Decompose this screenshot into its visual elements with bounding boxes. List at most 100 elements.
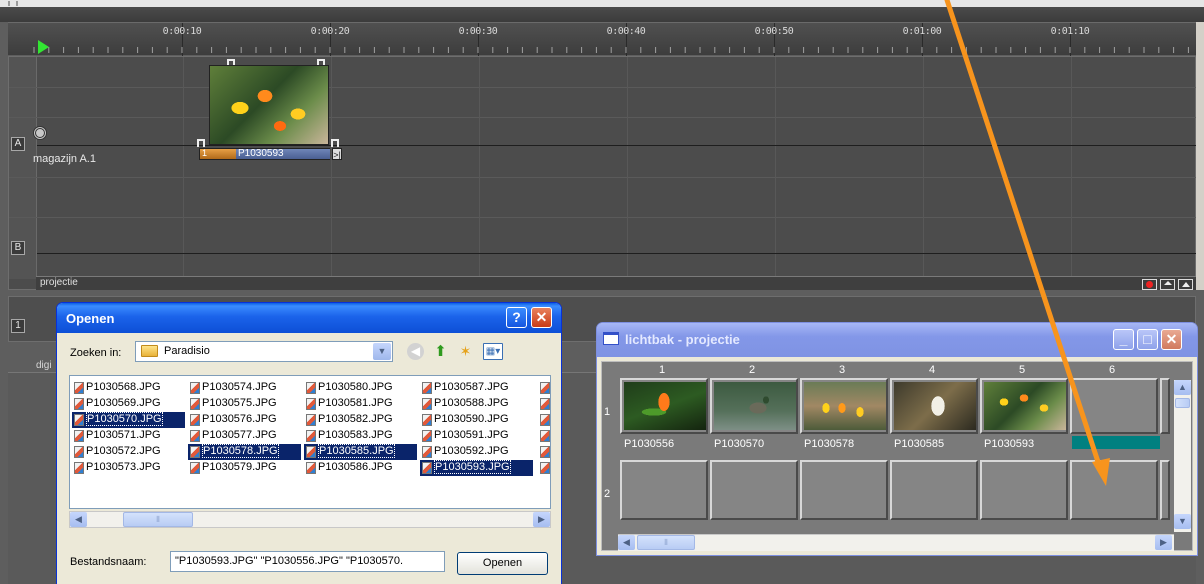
file-item[interactable]: P1030573.JPG — [72, 460, 185, 476]
editor-top-strip — [0, 0, 1204, 22]
file-item-selected[interactable]: P1030570.JPG — [72, 412, 185, 428]
file-item[interactable]: P1030575.JPG — [188, 396, 301, 412]
new-folder-icon[interactable]: ✶ — [457, 343, 474, 360]
file-name: P1030579.JPG — [202, 461, 277, 473]
track-b-label[interactable]: B — [11, 241, 25, 255]
maximize-button[interactable]: □ — [1137, 329, 1158, 350]
lightbox-cell-empty[interactable] — [1070, 378, 1158, 434]
ruler-label: 0:00:40 — [606, 26, 646, 37]
file-name: P1030573.JPG — [86, 461, 161, 473]
image-file-icon — [190, 446, 200, 458]
help-button[interactable]: ? — [506, 307, 527, 328]
lightbox-titlebar[interactable]: lichtbak - projectie _ □ ✕ — [597, 323, 1197, 357]
lightbox-cell-empty[interactable] — [620, 460, 708, 520]
views-menu-icon[interactable]: ▦▾ — [483, 343, 503, 360]
expand-collapse-button[interactable] — [1160, 279, 1175, 290]
track-area[interactable]: A B magazijn A.1 1 P1030593 >| — [8, 56, 1197, 290]
ruler-label: 0:00:20 — [310, 26, 350, 37]
thumbnail-image — [804, 382, 886, 430]
ruler-label: 0:01:10 — [1050, 26, 1090, 37]
file-item[interactable]: P1030568.JPG — [72, 380, 185, 396]
lightbox-vertical-scrollbar[interactable]: ▲ ▼ — [1174, 380, 1191, 532]
scrollbar-thumb[interactable]: ⦀ — [637, 535, 695, 550]
file-item[interactable]: P1030590.JPG — [420, 412, 533, 428]
file-item[interactable]: P1030581.JPG — [304, 396, 417, 412]
digi-label: digi — [36, 360, 52, 371]
minimize-button[interactable]: _ — [1113, 329, 1134, 350]
chevron-down-icon[interactable]: ▼ — [373, 343, 391, 360]
clip-end-handle[interactable]: >| — [332, 148, 342, 160]
file-item-selected[interactable]: P1030578.JPG — [188, 444, 301, 460]
file-item[interactable]: P1030580.JPG — [304, 380, 417, 396]
file-item[interactable]: P1030586.JPG — [304, 460, 417, 476]
timeline-vertical-scrollbar[interactable] — [1196, 22, 1204, 290]
chevron-up-icon[interactable]: ▲ — [1174, 380, 1191, 395]
file-item[interactable]: P1030583.JPG — [304, 428, 417, 444]
file-list[interactable]: P1030568.JPG P1030569.JPG P1030570.JPG P… — [69, 375, 551, 509]
scrollbar-thumb[interactable]: ⦀ — [123, 512, 193, 527]
file-column: P1030574.JPG P1030575.JPG P1030576.JPG P… — [188, 380, 301, 476]
file-item-selected[interactable]: P1030593.JPG — [420, 460, 533, 476]
chevron-left-icon[interactable]: ◀ — [618, 535, 635, 550]
filename-field[interactable]: "P1030593.JPG" "P1030556.JPG" "P1030570. — [170, 551, 445, 572]
chevron-right-icon[interactable]: ▶ — [533, 512, 550, 527]
dialog-titlebar[interactable]: Openen ? ✕ — [57, 303, 561, 333]
clip-thumbnail[interactable] — [209, 65, 329, 145]
lightbox-grid[interactable]: 1 2 3 4 5 6 1 2 P1030556 P1030570 P10305… — [601, 361, 1193, 551]
close-button[interactable]: ✕ — [531, 307, 552, 328]
file-name: P1030591.JPG — [434, 429, 509, 441]
up-folder-icon[interactable]: ⬆ — [432, 343, 449, 360]
file-item[interactable]: P1030577.JPG — [188, 428, 301, 444]
chevron-right-icon[interactable]: ▶ — [1155, 535, 1172, 550]
scrollbar-thumb[interactable] — [1175, 398, 1190, 408]
thumbnail-image — [894, 382, 976, 430]
playhead-marker[interactable] — [38, 40, 49, 54]
lightbox-cell-empty[interactable] — [710, 460, 798, 520]
image-file-icon — [190, 398, 200, 410]
file-item[interactable]: P1030574.JPG — [188, 380, 301, 396]
lightbox-cell-empty[interactable] — [1070, 460, 1158, 520]
track-1-label[interactable]: 1 — [11, 319, 25, 333]
back-arrow-icon[interactable]: ◀ — [407, 343, 424, 360]
lightbox-cell[interactable] — [620, 378, 708, 434]
file-item[interactable]: P1030569.JPG — [72, 396, 185, 412]
record-button[interactable] — [1142, 279, 1157, 290]
file-name: P1030577.JPG — [202, 429, 277, 441]
file-item[interactable]: P1030582.JPG — [304, 412, 417, 428]
collapse-button[interactable] — [1178, 279, 1193, 290]
look-in-dropdown[interactable]: Paradisio ▼ — [135, 341, 393, 362]
chevron-down-icon[interactable]: ▼ — [1174, 514, 1191, 529]
file-name: P1030592.JPG — [434, 445, 509, 457]
file-item[interactable]: P1030572.JPG — [72, 444, 185, 460]
track-b-baseline — [37, 253, 1197, 254]
thumbnail-image — [624, 382, 706, 430]
file-item[interactable]: P1030592.JPG — [420, 444, 533, 460]
grip-handle[interactable] — [8, 1, 18, 6]
thumbnail-caption: P1030593 — [984, 438, 1035, 450]
lightbox-cell[interactable] — [980, 378, 1068, 434]
file-item[interactable]: P1030576.JPG — [188, 412, 301, 428]
lightbox-cell-empty[interactable] — [980, 460, 1068, 520]
close-button[interactable]: ✕ — [1161, 329, 1182, 350]
file-item[interactable]: P1030579.JPG — [188, 460, 301, 476]
file-item[interactable]: P1030571.JPG — [72, 428, 185, 444]
file-column: P1030587.JPG P1030588.JPG P1030590.JPG P… — [420, 380, 533, 476]
file-item[interactable]: P1030591.JPG — [420, 428, 533, 444]
lightbox-cell[interactable] — [800, 378, 888, 434]
file-item[interactable]: P1030588.JPG — [420, 396, 533, 412]
lightbox-cell[interactable] — [890, 378, 978, 434]
lightbox-cell[interactable] — [710, 378, 798, 434]
file-item[interactable]: P1030587.JPG — [420, 380, 533, 396]
lightbox-horizontal-scrollbar[interactable]: ◀ ⦀ ▶ — [618, 534, 1174, 551]
lightbox-cell-empty[interactable] — [890, 460, 978, 520]
track-a-label[interactable]: A — [11, 137, 25, 151]
ruler-minor-ticks — [33, 47, 1189, 53]
lightbox-cell-empty[interactable] — [800, 460, 888, 520]
clip-bar[interactable]: 1 P1030593 — [199, 148, 330, 160]
chevron-left-icon[interactable]: ◀ — [70, 512, 87, 527]
file-name: P1030568.JPG — [86, 381, 161, 393]
file-list-horizontal-scrollbar[interactable]: ◀ ⦀ ▶ — [69, 511, 551, 528]
open-button[interactable]: Openen — [457, 552, 548, 575]
gear-icon[interactable] — [33, 126, 47, 140]
file-item-selected[interactable]: P1030585.JPG — [304, 444, 417, 460]
